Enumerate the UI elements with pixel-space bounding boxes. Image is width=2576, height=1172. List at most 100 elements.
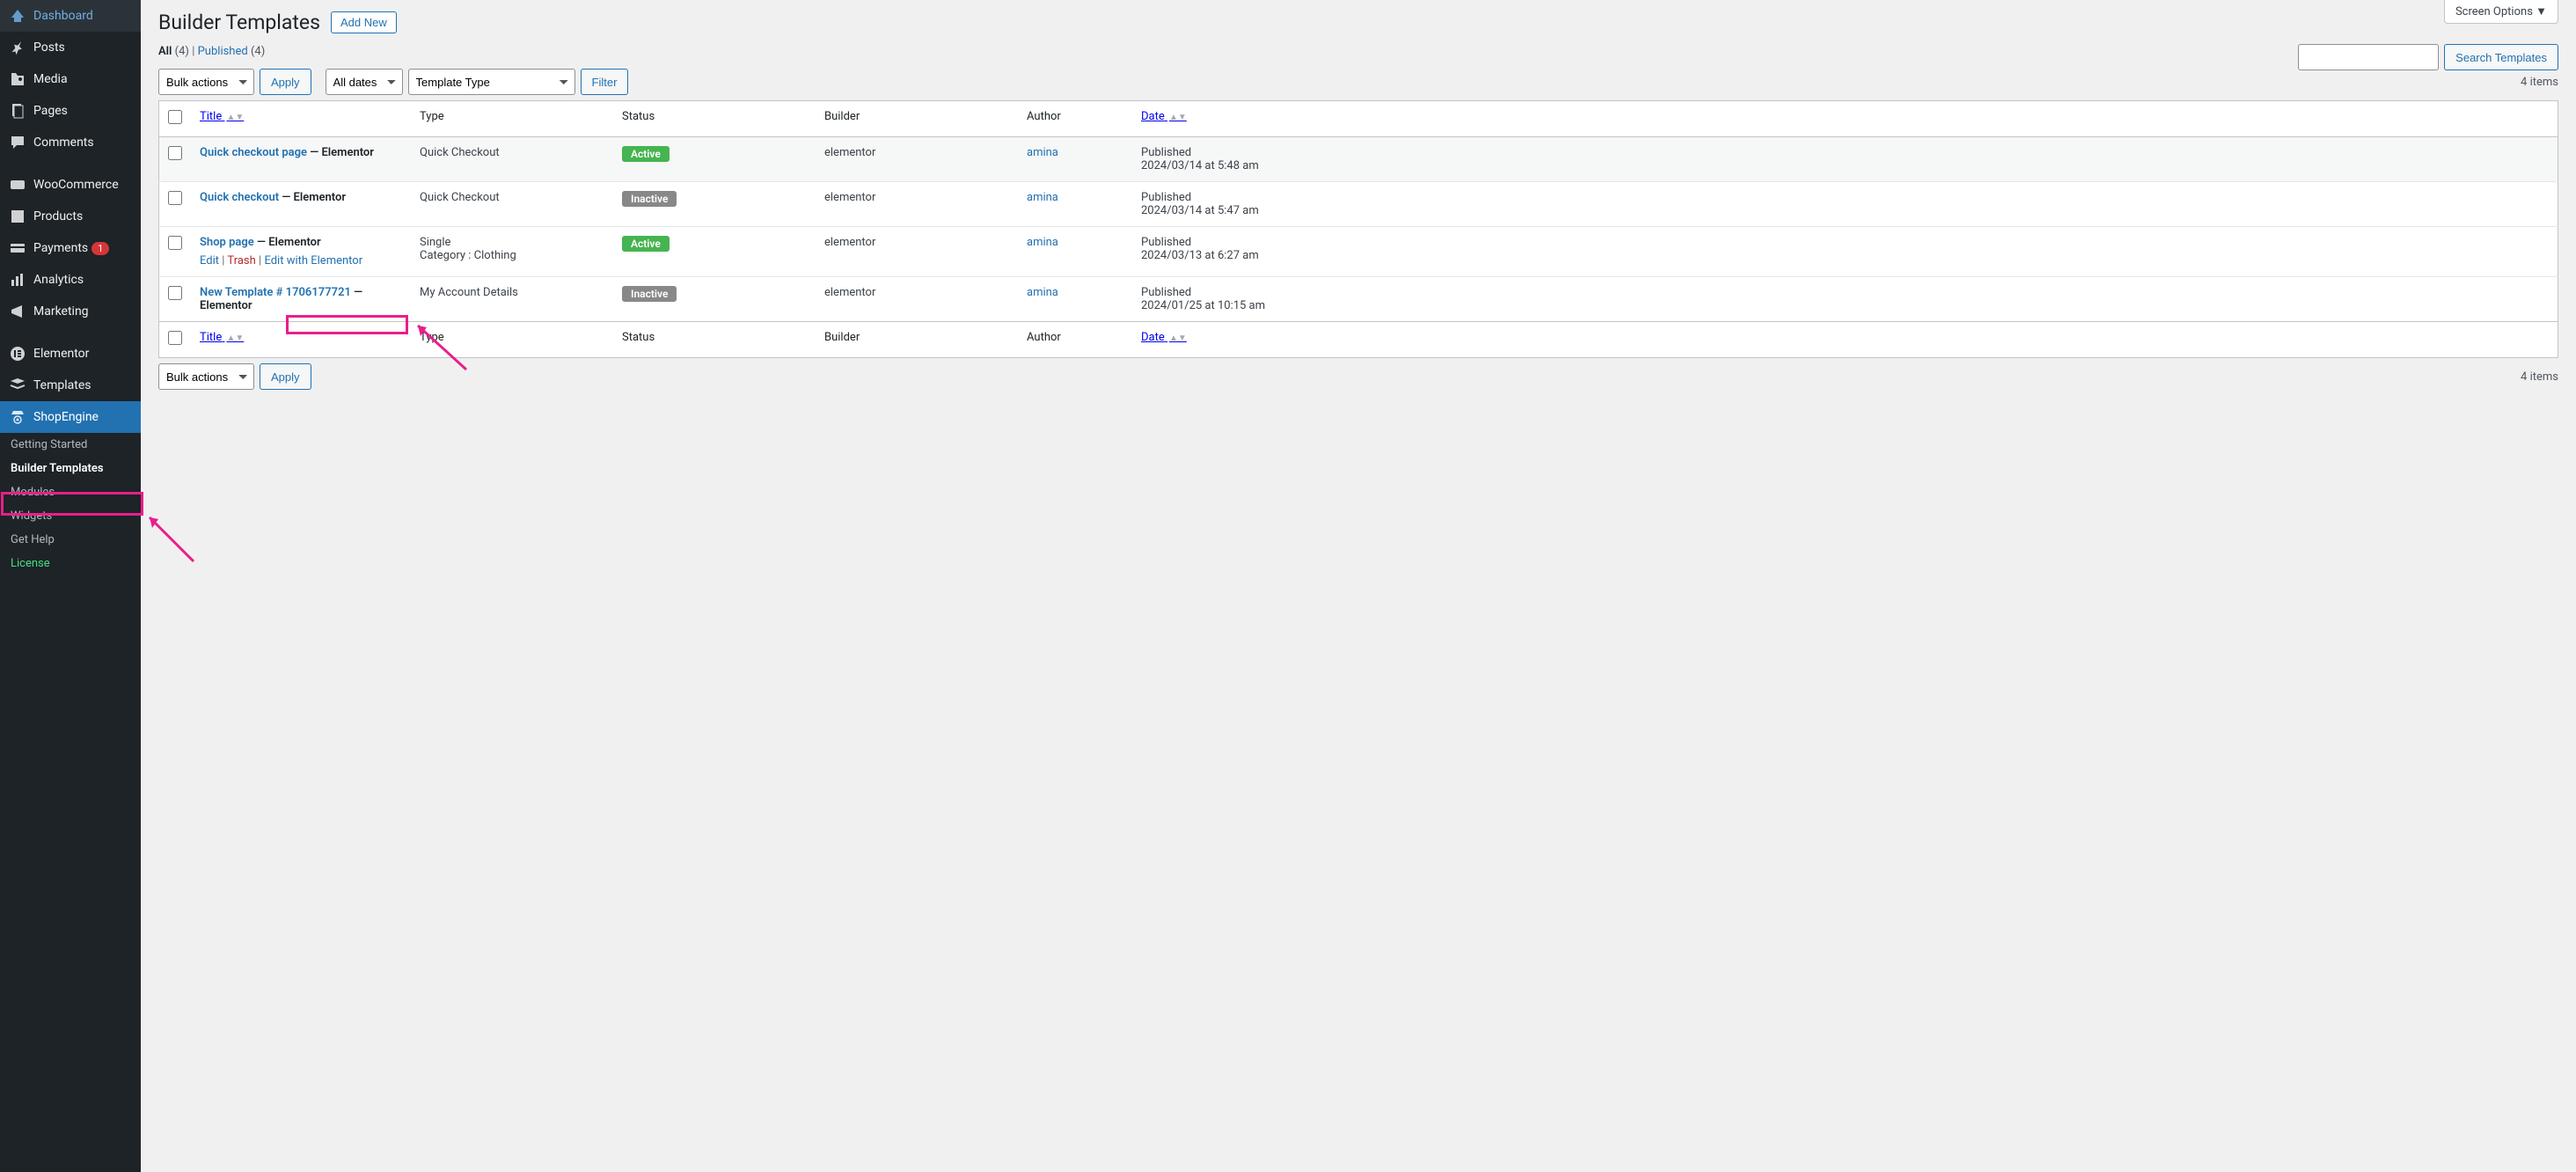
col-builder: Builder <box>816 101 1018 137</box>
status-badge: Active <box>622 236 670 252</box>
row-actions: Edit | Trash | Edit with Elementor <box>200 254 402 267</box>
row-title-link[interactable]: Shop page <box>200 236 254 249</box>
row-title-link[interactable]: Quick checkout page <box>200 146 307 159</box>
row-title-link[interactable]: Quick checkout <box>200 191 279 204</box>
edit-with-elementor-link[interactable]: Edit with Elementor <box>264 254 362 267</box>
col-author: Author <box>1018 101 1132 137</box>
sidebar-item-label: Posts <box>33 40 65 55</box>
sort-date[interactable]: Date ▲▼ <box>1141 110 1187 123</box>
items-count-bottom: 4 items <box>2521 370 2558 384</box>
pages-icon <box>9 102 26 120</box>
sidebar-item-label: Analytics <box>33 273 84 287</box>
author-link[interactable]: amina <box>1027 191 1058 204</box>
payments-icon <box>9 239 26 257</box>
submenu-item-modules[interactable]: Modules <box>0 480 141 504</box>
sidebar-item-label: Media <box>33 72 68 86</box>
row-checkbox[interactable] <box>168 146 182 160</box>
table-row: Shop page — Elementor Edit | Trash | Edit… <box>159 227 2558 277</box>
sidebar-item-label: Pages <box>33 104 68 118</box>
templates-table: Title ▲▼ Type Status Builder Author Date… <box>158 100 2558 358</box>
row-builder-suffix: — Elementor <box>307 146 374 159</box>
table-row: Quick checkout page — Elementor Quick Che… <box>159 137 2558 182</box>
sidebar-item-woocommerce[interactable]: WooCommerce <box>0 169 141 201</box>
pin-icon <box>9 39 26 56</box>
sort-title-bottom[interactable]: Title ▲▼ <box>200 331 244 344</box>
submenu-item-widgets[interactable]: Widgets <box>0 504 141 528</box>
row-builder: elementor <box>816 227 1018 277</box>
filter-button[interactable]: Filter <box>581 69 629 95</box>
row-checkbox[interactable] <box>168 191 182 205</box>
status-badge: Inactive <box>622 191 677 207</box>
sidebar-item-label: Products <box>33 209 83 223</box>
add-new-button[interactable]: Add New <box>331 11 397 33</box>
author-link[interactable]: amina <box>1027 236 1058 249</box>
col-status: Status <box>613 101 816 137</box>
analytics-icon <box>9 271 26 289</box>
search-box: Search Templates <box>2298 44 2558 70</box>
media-icon <box>9 70 26 88</box>
sidebar-item-label: Elementor <box>33 347 89 361</box>
sidebar-item-pages[interactable]: Pages <box>0 95 141 127</box>
elementor-icon <box>9 345 26 363</box>
sidebar-item-label: Payments <box>33 241 88 255</box>
filter-all[interactable]: All <box>158 45 172 58</box>
submenu-item-license[interactable]: License <box>0 552 141 575</box>
table-row: New Template # 1706177721 — ElementorMy … <box>159 277 2558 322</box>
sidebar-item-posts[interactable]: Posts <box>0 32 141 63</box>
templates-icon <box>9 377 26 394</box>
row-checkbox[interactable] <box>168 236 182 250</box>
apply-button-bottom[interactable]: Apply <box>260 363 311 390</box>
submenu-item-getting-started[interactable]: Getting Started <box>0 433 141 457</box>
bulk-actions-select[interactable]: Bulk actions <box>158 69 254 95</box>
select-all-checkbox-bottom[interactable] <box>168 331 182 345</box>
row-type: My Account Details <box>411 277 613 322</box>
edit-link[interactable]: Edit <box>200 254 219 267</box>
submenu-item-get-help[interactable]: Get Help <box>0 528 141 552</box>
row-type: Quick Checkout <box>411 137 613 182</box>
submenu-item-builder-templates[interactable]: Builder Templates <box>0 457 141 480</box>
sidebar-item-shopengine[interactable]: ShopEngine <box>0 401 141 433</box>
row-type: Quick Checkout <box>411 182 613 227</box>
row-date: Published2024/03/14 at 5:48 am <box>1132 137 2558 182</box>
admin-sidebar: Dashboard Posts Media Pages Comments WooComme… <box>0 0 141 1172</box>
row-date: Published2024/01/25 at 10:15 am <box>1132 277 2558 322</box>
sidebar-item-marketing[interactable]: Marketing <box>0 296 141 327</box>
sidebar-item-analytics[interactable]: Analytics <box>0 264 141 296</box>
row-builder-suffix: — Elementor <box>279 191 346 204</box>
search-button[interactable]: Search Templates <box>2444 44 2558 70</box>
author-link[interactable]: amina <box>1027 146 1058 159</box>
main-content: Screen Options ▼ Builder Templates Add N… <box>141 0 2576 1172</box>
sidebar-item-label: ShopEngine <box>33 410 99 424</box>
woo-icon <box>9 176 26 194</box>
badge-count: 1 <box>91 242 109 255</box>
bulk-actions-select-bottom[interactable]: Bulk actions <box>158 363 254 390</box>
sidebar-item-label: Marketing <box>33 304 89 319</box>
sidebar-item-templates[interactable]: Templates <box>0 370 141 401</box>
page-title: Builder Templates <box>158 11 320 34</box>
sidebar-item-media[interactable]: Media <box>0 63 141 95</box>
sidebar-item-products[interactable]: Products <box>0 201 141 232</box>
status-links: All (4) | Published (4) <box>158 45 2558 58</box>
sidebar-item-dashboard[interactable]: Dashboard <box>0 0 141 32</box>
search-input[interactable] <box>2298 44 2439 70</box>
sidebar-item-comments[interactable]: Comments <box>0 127 141 158</box>
select-all-checkbox[interactable] <box>168 110 182 124</box>
sidebar-item-label: Dashboard <box>33 9 93 23</box>
apply-button-top[interactable]: Apply <box>260 69 311 95</box>
sidebar-item-payments[interactable]: Payments1 <box>0 232 141 264</box>
filter-published[interactable]: Published <box>198 45 248 58</box>
sort-title[interactable]: Title ▲▼ <box>200 110 244 123</box>
trash-link[interactable]: Trash <box>227 254 255 267</box>
author-link[interactable]: amina <box>1027 286 1058 299</box>
row-title-link[interactable]: New Template # 1706177721 <box>200 286 351 299</box>
row-builder-suffix: — Elementor <box>254 236 321 249</box>
template-type-select[interactable]: Template Type <box>408 69 575 95</box>
sort-date-bottom[interactable]: Date ▲▼ <box>1141 331 1187 344</box>
date-filter-select[interactable]: All dates <box>326 69 403 95</box>
row-checkbox[interactable] <box>168 286 182 300</box>
screen-options-button[interactable]: Screen Options ▼ <box>2444 0 2558 24</box>
sidebar-item-elementor[interactable]: Elementor <box>0 338 141 370</box>
items-count: 4 items <box>2521 76 2558 89</box>
sidebar-item-label: WooCommerce <box>33 178 119 192</box>
row-date: Published2024/03/14 at 5:47 am <box>1132 182 2558 227</box>
